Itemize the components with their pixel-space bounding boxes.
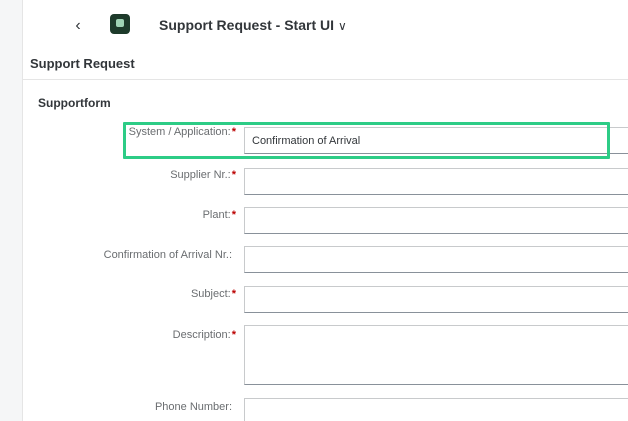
phone-number-input[interactable] [244, 398, 628, 421]
system-application-value: Confirmation of Arrival [252, 135, 361, 147]
page-header: Support Request [23, 50, 628, 80]
confirmation-of-arrival-nr-input[interactable] [244, 246, 628, 273]
subject-label: Subject:* [190, 288, 236, 300]
app-logo-icon[interactable] [110, 14, 130, 34]
chevron-left-icon: ‹ [75, 17, 81, 34]
app-title-text: Support Request - Start UI [159, 17, 335, 33]
required-indicator: * [231, 209, 236, 221]
back-button[interactable]: ‹ [69, 16, 87, 36]
chevron-down-icon: ∨ [338, 19, 347, 33]
subject-input[interactable] [244, 286, 628, 313]
shell-bar: ‹ Support Request - Start UI ∨ [23, 0, 628, 50]
description-label: Description:* [172, 329, 236, 341]
plant-label: Plant:* [202, 209, 236, 221]
form-title: Supportform [38, 96, 111, 110]
left-gutter [0, 0, 22, 421]
description-textarea[interactable] [244, 325, 628, 385]
required-indicator: * [231, 169, 236, 181]
phone-number-label: Phone Number: [154, 401, 232, 413]
supplier-nr-input[interactable] [244, 168, 628, 195]
app-container: ‹ Support Request - Start UI ∨ Support Re… [22, 0, 628, 421]
required-indicator: * [231, 329, 236, 341]
supplier-nr-label: Supplier Nr.:* [170, 169, 236, 181]
required-indicator: * [231, 288, 236, 300]
plant-input[interactable] [244, 207, 628, 234]
app-title-menu[interactable]: Support Request - Start UI ∨ [159, 17, 347, 33]
page-title: Support Request [30, 56, 135, 71]
confirmation-of-arrival-nr-label: Confirmation of Arrival Nr.: [103, 249, 232, 261]
system-application-label: System / Application:* [128, 126, 236, 138]
system-application-input[interactable]: Confirmation of Arrival [244, 127, 628, 154]
required-indicator: * [231, 126, 236, 138]
